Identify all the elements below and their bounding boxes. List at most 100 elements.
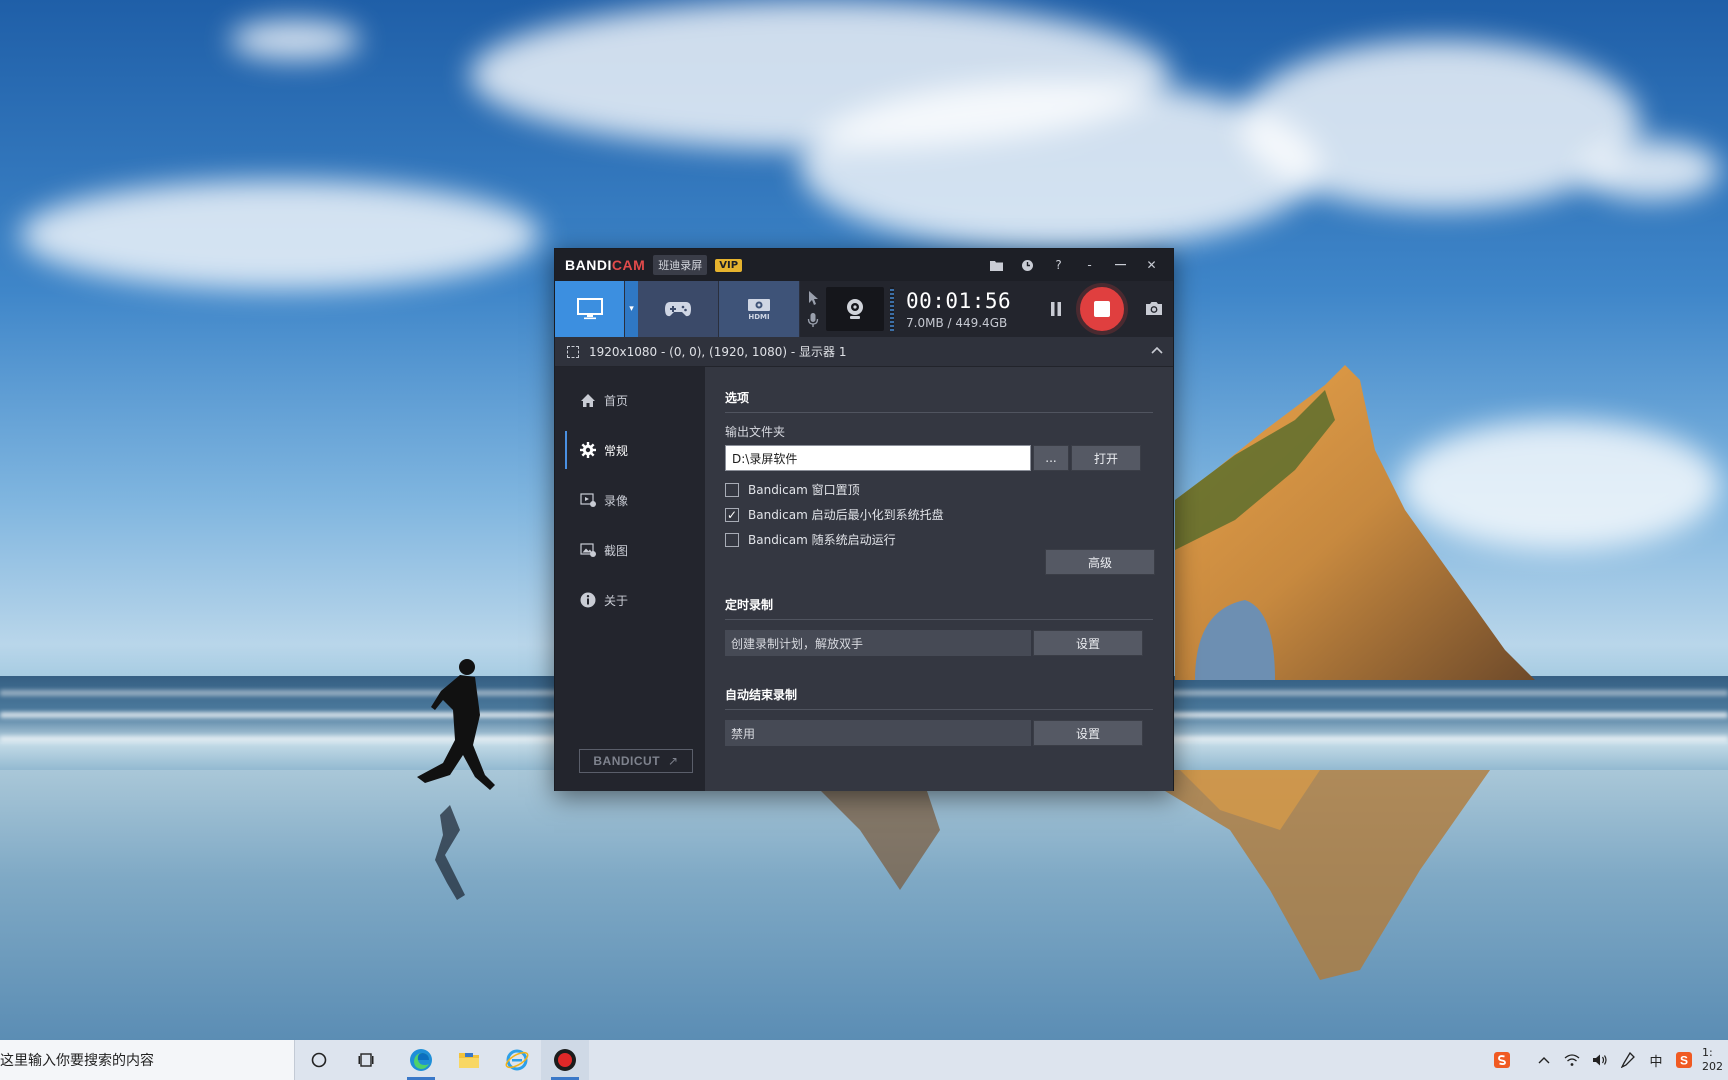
home-icon xyxy=(579,393,597,408)
ie-icon xyxy=(505,1049,529,1071)
bandicam-window: BANDICAM 班迪录屏 VIP ? - ✕ ▾ HDMI 00:01:56 … xyxy=(554,248,1174,791)
vip-badge: VIP xyxy=(715,258,743,272)
sogou-s-icon[interactable]: S xyxy=(1670,1051,1698,1069)
microphone-icon[interactable] xyxy=(807,312,819,328)
mode-toolbar: ▾ HDMI 00:01:56 7.0MB / 449.4GB xyxy=(555,281,1173,337)
screen-mode-icon xyxy=(576,298,603,320)
taskbar-clock[interactable]: 1: 202 xyxy=(1702,1046,1728,1074)
bandicam-taskbar-button[interactable] xyxy=(541,1040,589,1080)
sidebar-item-about[interactable]: 关于 xyxy=(555,575,705,625)
title-bar[interactable]: BANDICAM 班迪录屏 VIP ? - ✕ xyxy=(555,249,1173,281)
taskbar: 在这里输入你要搜索的内容 中 S 1: 202 xyxy=(0,1040,1728,1080)
pause-button[interactable] xyxy=(1041,281,1071,337)
chevron-up-icon[interactable] xyxy=(1530,1056,1558,1064)
edge-taskbar-button[interactable] xyxy=(397,1040,445,1080)
hdmi-label: HDMI xyxy=(748,312,770,321)
run-at-startup-checkbox[interactable] xyxy=(725,532,739,547)
rock-reflection xyxy=(800,770,1490,980)
audio-level-meter xyxy=(890,287,894,331)
output-folder-input[interactable]: D:\录屏软件 xyxy=(725,445,1031,471)
autostop-settings-button[interactable]: 设置 xyxy=(1033,720,1143,746)
chevron-up-icon[interactable] xyxy=(1151,343,1163,357)
game-mode-button[interactable] xyxy=(638,281,719,337)
sidebar-item-label: 录像 xyxy=(604,493,629,508)
browse-folder-button[interactable]: ... xyxy=(1033,445,1069,471)
capture-area-bar[interactable]: 1920x1080 - (0, 0), (1920, 1080) - 显示器 1 xyxy=(555,337,1173,367)
bandicut-button[interactable]: BANDI CUT ↗ xyxy=(579,749,693,773)
screen-mode-button[interactable] xyxy=(555,281,625,337)
sogou-icon[interactable] xyxy=(1488,1051,1516,1069)
minimize-icon[interactable] xyxy=(1105,249,1136,281)
task-view-icon xyxy=(358,1053,374,1067)
sidebar-item-label: 截图 xyxy=(604,543,629,558)
help-icon[interactable]: ? xyxy=(1043,249,1074,281)
general-settings-panel: 选项 输出文件夹 D:\录屏软件 ... 打开 Bandicam 窗口置顶 ✓ … xyxy=(705,367,1173,791)
minimize-to-tray-checkbox[interactable]: ✓ xyxy=(725,507,739,522)
cortana-icon xyxy=(311,1052,327,1068)
product-name-badge: 班迪录屏 xyxy=(653,255,708,275)
sidebar-item-label: 首页 xyxy=(604,393,629,408)
sidebar-item-label: 关于 xyxy=(604,593,629,608)
ie-button[interactable] xyxy=(493,1040,541,1080)
file-size-readout: 7.0MB / 449.4GB xyxy=(906,316,1008,330)
output-folder-label: 输出文件夹 xyxy=(725,425,786,439)
options-section-title: 选项 xyxy=(725,389,1153,413)
taskbar-search-input[interactable]: 在这里输入你要搜索的内容 xyxy=(0,1040,295,1080)
sidebar-item-general[interactable]: 常规 xyxy=(555,425,705,475)
select-area-icon xyxy=(567,345,579,358)
schedule-section-title: 定时录制 xyxy=(725,596,1153,620)
gear-icon xyxy=(579,442,597,458)
ime-indicator[interactable]: 中 xyxy=(1642,1051,1670,1070)
bandicam-logo: BANDICAM xyxy=(565,257,646,273)
autostop-section-title: 自动结束录制 xyxy=(725,686,1153,710)
hdmi-mode-button[interactable]: HDMI xyxy=(719,281,800,337)
pause-icon xyxy=(1051,302,1061,316)
cortana-button[interactable] xyxy=(295,1040,343,1080)
sidebar-item-label: 常规 xyxy=(604,443,629,458)
advanced-button[interactable]: 高级 xyxy=(1045,549,1155,575)
game-mode-icon xyxy=(665,302,691,317)
task-view-button[interactable] xyxy=(343,1040,391,1080)
autostop-value: 禁用 xyxy=(725,720,1031,746)
external-link-icon: ↗ xyxy=(668,754,679,768)
clock-icon[interactable] xyxy=(1012,249,1043,281)
svg-text:S: S xyxy=(1680,1054,1688,1068)
stop-icon xyxy=(1094,301,1110,317)
edge-icon xyxy=(410,1049,432,1071)
close-icon[interactable]: ✕ xyxy=(1136,249,1167,281)
screen-mode-dropdown[interactable]: ▾ xyxy=(625,281,638,337)
screenshot-button[interactable] xyxy=(1141,295,1167,321)
runner-silhouette xyxy=(417,659,495,900)
camera-icon xyxy=(1146,301,1162,315)
hdmi-mode-icon xyxy=(748,298,770,311)
settings-sidebar: 首页 常规 录像 截图 关于 BANDI CUT ↗ xyxy=(555,367,705,791)
bandicam-app-icon xyxy=(554,1049,576,1071)
minimize-tray-icon[interactable]: - xyxy=(1074,249,1105,281)
folder-icon[interactable] xyxy=(981,249,1012,281)
sea-rock xyxy=(1175,365,1535,680)
open-folder-button[interactable]: 打开 xyxy=(1071,445,1141,471)
video-settings-icon xyxy=(579,492,597,508)
capture-area-text: 1920x1080 - (0, 0), (1920, 1080) - 显示器 1 xyxy=(589,345,847,359)
stop-record-button[interactable] xyxy=(1076,283,1128,335)
volume-icon[interactable] xyxy=(1586,1053,1614,1067)
file-explorer-icon xyxy=(459,1053,479,1068)
always-on-top-option[interactable]: Bandicam 窗口置顶 xyxy=(725,477,1153,502)
minimize-to-tray-option[interactable]: ✓ Bandicam 启动后最小化到系统托盘 xyxy=(725,502,1153,527)
file-explorer-button[interactable] xyxy=(445,1040,493,1080)
image-settings-icon xyxy=(579,542,597,558)
info-icon xyxy=(579,592,597,608)
webcam-icon xyxy=(847,299,863,319)
sidebar-item-screenshot[interactable]: 截图 xyxy=(555,525,705,575)
always-on-top-checkbox[interactable] xyxy=(725,482,739,497)
schedule-value: 创建录制计划，解放双手 xyxy=(725,630,1031,656)
sidebar-item-home[interactable]: 首页 xyxy=(555,375,705,425)
cursor-effect-icon[interactable] xyxy=(806,290,820,306)
recording-timer: 00:01:56 xyxy=(906,289,1012,313)
wifi-icon[interactable] xyxy=(1558,1053,1586,1067)
webcam-toggle-button[interactable] xyxy=(826,287,884,331)
system-tray: 中 S 1: 202 xyxy=(1488,1040,1728,1080)
sidebar-item-video[interactable]: 录像 xyxy=(555,475,705,525)
pen-icon[interactable] xyxy=(1614,1052,1642,1068)
schedule-settings-button[interactable]: 设置 xyxy=(1033,630,1143,656)
